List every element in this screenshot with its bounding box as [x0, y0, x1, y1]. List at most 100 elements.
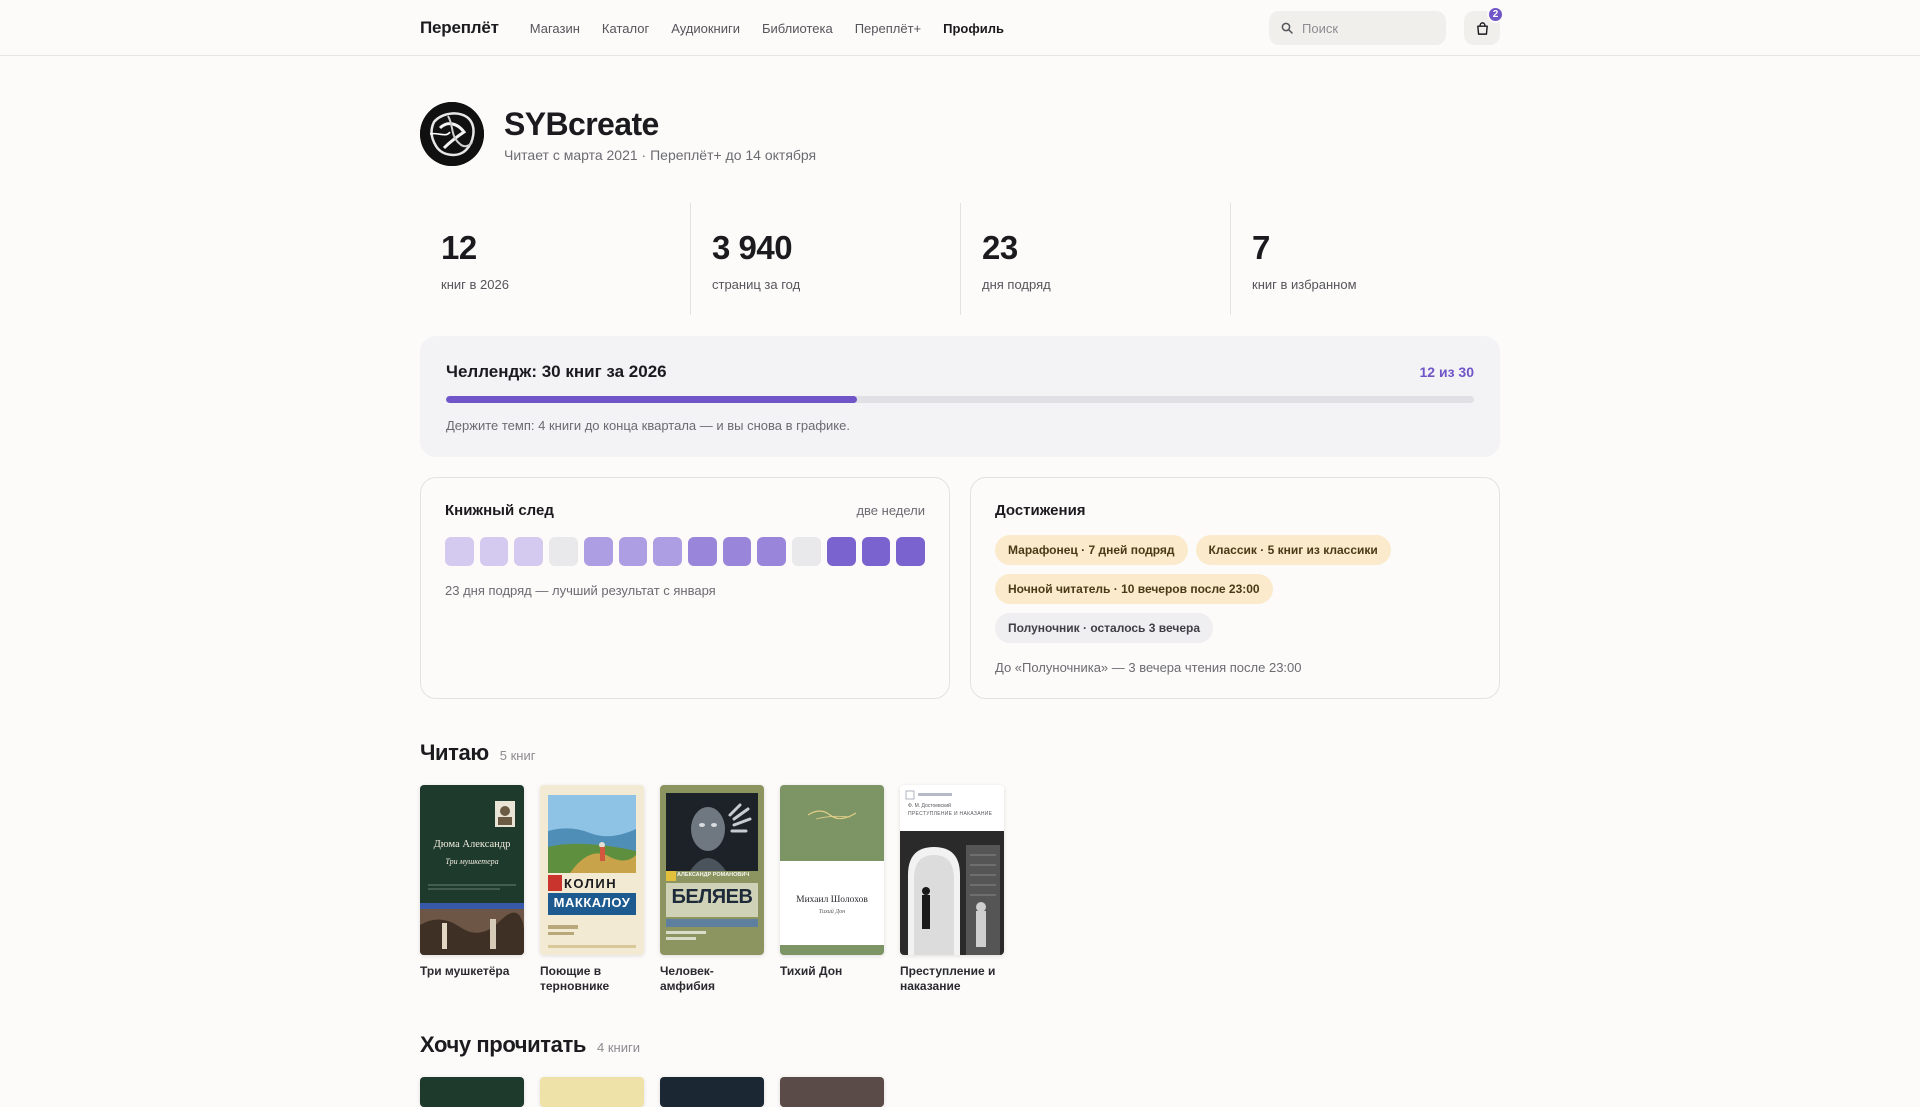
- trail-caption: 23 дня подряд — лучший результат с январ…: [445, 583, 716, 598]
- book-title[interactable]: Поющие в терновнике: [540, 964, 644, 994]
- stat-value: 7: [1252, 229, 1270, 266]
- book-title[interactable]: Тихий Дон: [780, 964, 884, 979]
- trail-day-cell[interactable]: [792, 537, 821, 566]
- achievement-badge[interactable]: Ночной читатель · 10 вечеров после 23:00: [995, 574, 1273, 604]
- trail-day-cell[interactable]: [688, 537, 717, 566]
- challenge-count: 12 из 30: [1419, 364, 1475, 380]
- reading-trail-card: Книжный след две недели 23 дня подряд — …: [420, 477, 950, 699]
- reading-section-title: Читаю: [420, 740, 489, 765]
- trail-day-cell[interactable]: [514, 537, 544, 566]
- reading-section-heading: Читаю 5 книг: [420, 740, 536, 766]
- achievements-caption: До «Полуночника» — 3 вечера чтения после…: [995, 660, 1302, 675]
- challenge-progress-bar: [446, 396, 1474, 403]
- cover-author: Дюма Александр: [433, 839, 511, 850]
- stat-label: дня подряд: [982, 277, 1051, 292]
- stat-value: 23: [982, 229, 1018, 266]
- trail-day-cell[interactable]: [757, 537, 787, 566]
- book-title[interactable]: Три мушкетёра: [420, 964, 524, 979]
- challenge-hint: Держите темп: 4 книги до конца квартала …: [446, 418, 850, 433]
- want-to-read-book-list: [420, 1077, 884, 1107]
- book-cover[interactable]: [780, 1077, 884, 1107]
- search-box[interactable]: [1269, 11, 1446, 45]
- achievements-card: Достижения Марафонец · 7 дней подряд Клас…: [970, 477, 1500, 699]
- trail-day-cell[interactable]: [549, 537, 578, 566]
- cover-title: БЕЛЯЕВ: [671, 886, 753, 908]
- achievement-badge[interactable]: Полуночник · осталось 3 вечера: [995, 613, 1213, 643]
- challenge-title: Челлендж: 30 книг за 2026: [446, 362, 667, 381]
- nav-item-profile[interactable]: Профиль: [943, 21, 1004, 36]
- trail-day-cell[interactable]: [896, 537, 926, 566]
- cover-author: КОЛИН: [564, 876, 618, 891]
- cover-author: Ф. М. Достоевский: [908, 803, 951, 809]
- reading-section-count: 5 книг: [499, 748, 536, 763]
- profile-header: SYBcreate Читает с марта 2021 · Переплёт…: [420, 102, 816, 166]
- nav-item-pereplet-plus[interactable]: Переплёт+: [855, 21, 921, 36]
- trail-day-cell[interactable]: [618, 537, 648, 566]
- top-navigation-bar: Переплёт Магазин Каталог Аудиокниги Библ…: [0, 0, 1920, 56]
- book-cover[interactable]: АЛЕКСАНДР РОМАНОВИЧ БЕЛЯЕВ: [660, 785, 764, 955]
- nav-item-catalog[interactable]: Каталог: [602, 21, 649, 36]
- main-nav: Магазин Каталог Аудиокниги Библиотека Пе…: [530, 21, 1004, 36]
- cover-title: МАККАЛОУ: [553, 895, 631, 910]
- book-cover[interactable]: Дюма Александр Три мушкетера: [420, 785, 524, 955]
- book-card[interactable]: АЛЕКСАНДР РОМАНОВИЧ БЕЛЯЕВ Человек-амфиб…: [660, 785, 764, 994]
- cover-author: Михаил Шолохов: [796, 895, 868, 905]
- nav-item-audiobooks[interactable]: Аудиокниги: [671, 21, 740, 36]
- stat-books-year: 12 книг в 2026: [420, 203, 690, 315]
- book-cover[interactable]: Ф. М. Достоевский ПРЕСТУПЛЕНИЕ И НАКАЗАН…: [900, 785, 1004, 955]
- trail-day-cell[interactable]: [653, 537, 683, 566]
- achievement-badge[interactable]: Марафонец · 7 дней подряд: [995, 535, 1188, 565]
- book-card[interactable]: Ф. М. Достоевский ПРЕСТУПЛЕНИЕ И НАКАЗАН…: [900, 785, 1004, 994]
- avatar[interactable]: [420, 102, 484, 166]
- book-title[interactable]: Человек-амфибия: [660, 964, 764, 994]
- nav-item-shop[interactable]: Магазин: [530, 21, 580, 36]
- top-navigation-inner: Переплёт Магазин Каталог Аудиокниги Библ…: [420, 0, 1504, 56]
- stat-label: страниц за год: [712, 277, 801, 292]
- want-to-read-count: 4 книги: [597, 1040, 641, 1055]
- reading-book-list: Дюма Александр Три мушкетера Три мушкетё…: [420, 785, 1004, 994]
- cart-button[interactable]: 2: [1464, 6, 1504, 45]
- book-card[interactable]: Дюма Александр Три мушкетера Три мушкетё…: [420, 785, 524, 994]
- trail-day-cell[interactable]: [445, 537, 474, 566]
- logo[interactable]: Переплёт: [420, 18, 499, 38]
- search-input[interactable]: [1302, 20, 1432, 36]
- challenge-header: Челлендж: 30 книг за 2026 12 из 30: [446, 362, 1474, 382]
- cover-author: АЛЕКСАНДР РОМАНОВИЧ: [677, 872, 750, 878]
- challenge-progress-fill: [446, 396, 858, 403]
- achievement-badge-list: Марафонец · 7 дней подряд Классик · 5 кни…: [995, 535, 1455, 643]
- stat-value: 3 940: [712, 229, 793, 266]
- achievements-title: Достижения: [995, 502, 1086, 519]
- achievement-badge[interactable]: Классик · 5 книг из классики: [1195, 535, 1391, 565]
- stat-favorites: 7 книг в избранном: [1230, 203, 1500, 315]
- avatar-image: [420, 102, 484, 166]
- book-title[interactable]: Преступление и наказание: [900, 964, 1004, 994]
- reading-challenge-card[interactable]: Челлендж: 30 книг за 2026 12 из 30 Держи…: [420, 336, 1500, 457]
- want-to-read-title: Хочу прочитать: [420, 1032, 587, 1057]
- stat-label: книг в 2026: [441, 277, 509, 292]
- trail-period[interactable]: две недели: [856, 503, 925, 518]
- book-cover[interactable]: КОЛИН МАККАЛОУ: [540, 785, 644, 955]
- trail-day-cell[interactable]: [479, 537, 509, 566]
- trail-day-cell[interactable]: [826, 537, 856, 566]
- book-cover[interactable]: [420, 1077, 524, 1107]
- stat-streak: 23 дня подряд: [960, 203, 1230, 315]
- book-card[interactable]: Михаил Шолохов Тихий Дон Тихий Дон: [780, 785, 884, 994]
- username: SYBcreate: [504, 106, 659, 142]
- book-cover[interactable]: [540, 1077, 644, 1107]
- trail-day-grid: [445, 537, 926, 566]
- trail-header: Книжный след две недели: [445, 502, 925, 519]
- cart-count-badge: 2: [1487, 6, 1504, 23]
- trail-day-cell[interactable]: [583, 537, 613, 566]
- trail-day-cell[interactable]: [722, 537, 752, 566]
- stat-label: книг в избранном: [1252, 277, 1357, 292]
- trail-title: Книжный след: [445, 502, 554, 519]
- nav-item-library[interactable]: Библиотека: [762, 21, 833, 36]
- book-cover[interactable]: [660, 1077, 764, 1107]
- book-card[interactable]: КОЛИН МАККАЛОУ Поющие в терновнике: [540, 785, 644, 994]
- book-cover[interactable]: Михаил Шолохов Тихий Дон: [780, 785, 884, 955]
- cover-title: ПРЕСТУПЛЕНИЕ И НАКАЗАНИЕ: [908, 811, 993, 817]
- trail-day-cell[interactable]: [861, 537, 891, 566]
- cover-title: Три мушкетера: [445, 857, 499, 866]
- stat-pages-year: 3 940 страниц за год: [690, 203, 960, 315]
- search-icon: [1281, 22, 1293, 34]
